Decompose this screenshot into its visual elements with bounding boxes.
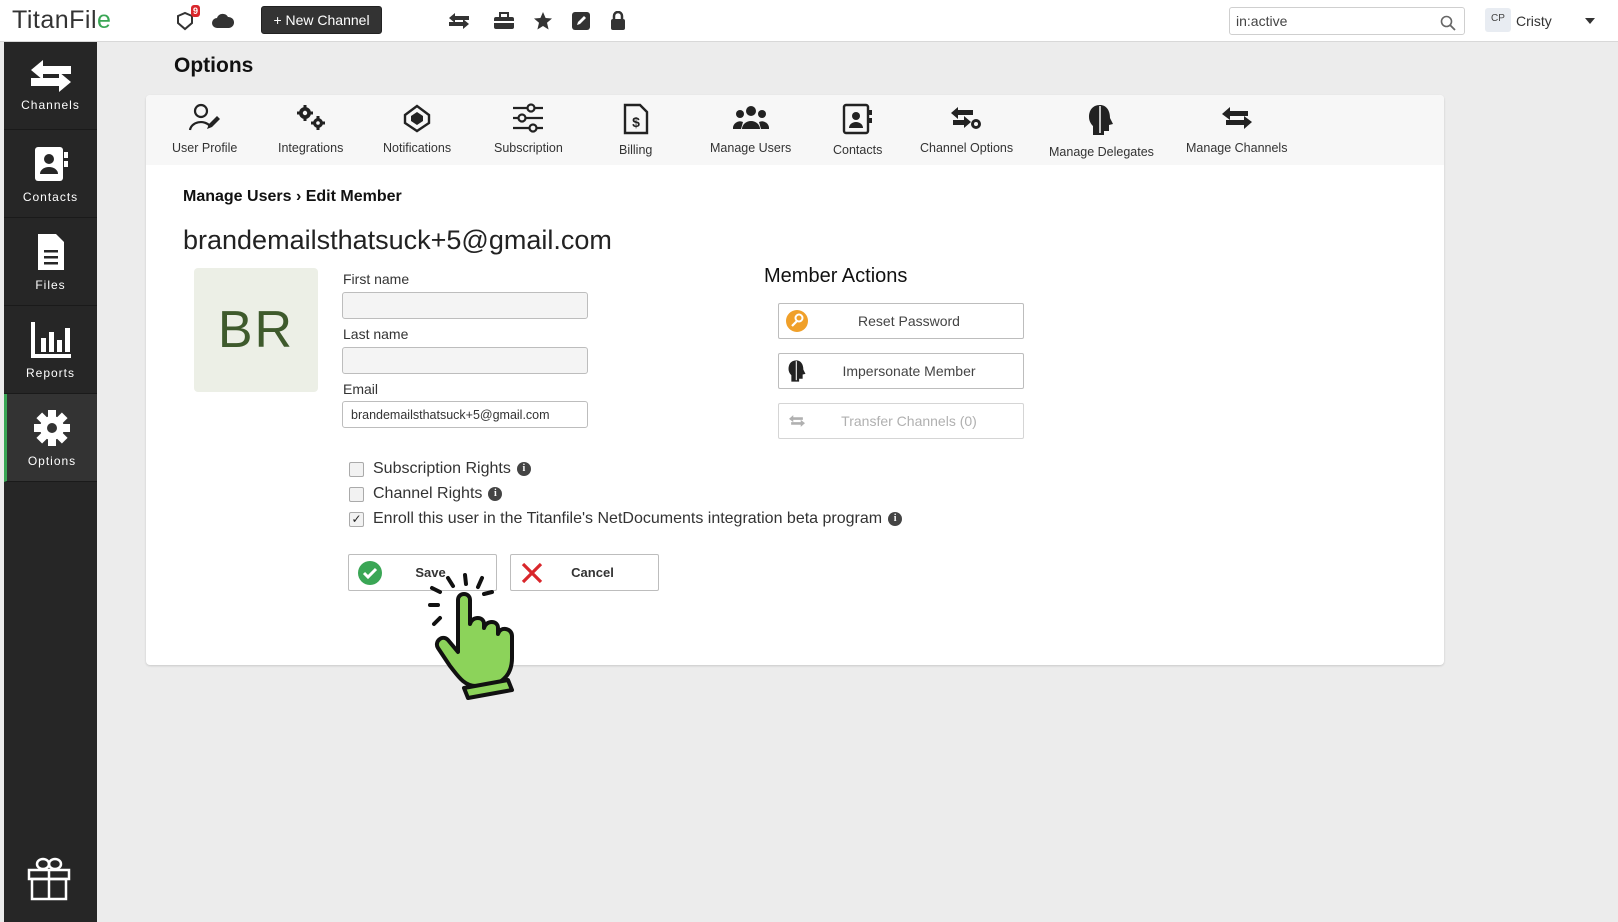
email-field[interactable] (342, 401, 588, 428)
channels-arrows-icon (30, 59, 71, 92)
file-icon (37, 233, 64, 270)
tab-label: Manage Channels (1186, 141, 1288, 155)
tab-manage-delegates[interactable]: Manage Delegates (1049, 103, 1154, 161)
transfer-channels-button[interactable]: Transfer Channels (0) (778, 403, 1024, 439)
titanfile-logo[interactable]: TitanFile (12, 6, 111, 35)
hand-pointer-icon (420, 572, 540, 707)
users-group-icon (732, 106, 769, 129)
bar-chart-icon (30, 321, 71, 358)
lock-icon[interactable] (605, 8, 631, 34)
head-profile-icon (779, 359, 815, 383)
options-card: User Profile Integrations Notifications … (146, 95, 1444, 665)
email-label: Email (343, 381, 379, 397)
chevron-down-icon[interactable] (1585, 18, 1595, 24)
breadcrumb: Manage Users › Edit Member (183, 188, 402, 205)
tab-notifications[interactable]: Notifications (383, 103, 451, 161)
sidebar-item-files[interactable]: Files (4, 218, 97, 306)
sidebar-item-label: Options (27, 453, 77, 468)
member-email-heading: brandemailsthatsuck+5@gmail.com (183, 225, 612, 255)
user-edit-icon (188, 103, 220, 131)
reset-password-button[interactable]: Reset Password (778, 303, 1024, 339)
netdocuments-beta-checkbox[interactable]: ✓ (349, 511, 364, 527)
user-avatar[interactable]: CP (1485, 8, 1511, 32)
tab-integrations[interactable]: Integrations (278, 103, 343, 161)
new-channel-button[interactable]: + New Channel (261, 6, 382, 34)
briefcase-icon[interactable] (491, 8, 517, 34)
sidebar-item-label: Contacts (22, 189, 79, 204)
tab-label: Channel Options (920, 141, 1014, 155)
tab-label: Manage Delegates (1049, 145, 1154, 159)
invoice-icon: $ (623, 103, 648, 135)
member-actions-title: Member Actions (764, 265, 908, 287)
sidebar: Channels Contacts Files Reports Options (4, 42, 97, 922)
svg-text:$: $ (632, 114, 640, 130)
notification-badge: 9 (190, 5, 200, 17)
sidebar-item-label: Channels (21, 97, 80, 112)
subscription-rights-row: Subscription Rights i (349, 460, 531, 478)
contact-card-icon (34, 146, 68, 181)
notification-icon (403, 104, 431, 133)
info-icon[interactable]: i (488, 487, 503, 501)
notifications-bell-icon[interactable]: 9 (172, 5, 200, 34)
edit-icon[interactable] (568, 8, 594, 34)
contact-card-icon (842, 103, 872, 135)
tab-label: Billing (619, 143, 653, 157)
sidebar-item-label: Reports (25, 365, 76, 380)
channel-gear-icon (950, 107, 981, 129)
page-title: Options (174, 54, 254, 77)
impersonate-member-button[interactable]: Impersonate Member (778, 353, 1024, 389)
channel-rights-checkbox[interactable] (349, 486, 364, 502)
gift-icon[interactable] (26, 852, 72, 907)
tab-billing[interactable]: $ Billing (619, 103, 652, 161)
star-icon[interactable] (530, 8, 556, 34)
subscription-rights-checkbox[interactable] (349, 461, 364, 477)
channel-rights-row: Channel Rights i (349, 485, 503, 503)
sidebar-item-reports[interactable]: Reports (4, 306, 97, 394)
tab-user-profile[interactable]: User Profile (172, 103, 237, 161)
sidebar-item-options[interactable]: Options (4, 394, 97, 482)
first-name-label: First name (343, 271, 410, 287)
sidebar-item-contacts[interactable]: Contacts (4, 130, 97, 218)
last-name-field[interactable] (342, 347, 588, 374)
user-name[interactable]: Cristy (1516, 13, 1552, 29)
check-circle-icon (349, 560, 391, 586)
tab-label: Notifications (383, 141, 452, 155)
breadcrumb-edit-member: Edit Member (305, 188, 402, 205)
key-icon (779, 309, 815, 333)
first-name-field[interactable] (342, 292, 588, 319)
tab-label: Integrations (278, 141, 344, 155)
tab-manage-users[interactable]: Manage Users (710, 103, 791, 161)
tab-subscription[interactable]: Subscription (494, 103, 563, 161)
sliders-icon (513, 103, 544, 133)
cloud-icon[interactable] (210, 8, 236, 34)
tab-contacts[interactable]: Contacts (833, 103, 882, 161)
breadcrumb-manage-users[interactable]: Manage Users (183, 188, 292, 205)
options-tabs: User Profile Integrations Notifications … (146, 95, 1444, 165)
channels-arrows-icon[interactable] (446, 8, 472, 34)
info-icon[interactable]: i (516, 462, 531, 476)
head-profile-icon (1089, 105, 1114, 135)
tab-manage-channels[interactable]: Manage Channels (1186, 103, 1287, 161)
tab-label: User Profile (172, 141, 238, 155)
tab-label: Manage Users (710, 141, 792, 155)
sidebar-item-label: Files (35, 277, 66, 292)
gear-icon (34, 409, 70, 446)
search-icon[interactable] (1440, 13, 1456, 39)
last-name-label: Last name (343, 326, 409, 342)
member-avatar: BR (194, 268, 318, 392)
channels-arrows-icon (779, 413, 815, 429)
netdocuments-beta-row: ✓ Enroll this user in the Titanfile's Ne… (349, 510, 903, 528)
search-input[interactable]: in:active (1229, 7, 1465, 35)
sidebar-item-channels[interactable]: Channels (4, 42, 97, 130)
top-bar: TitanFile 9 + New Channel in:active CP C… (0, 0, 1618, 42)
tab-label: Contacts (833, 143, 883, 157)
tab-label: Subscription (494, 141, 563, 155)
info-icon[interactable]: i (888, 512, 903, 526)
channels-arrows-icon (1221, 107, 1252, 129)
tab-channel-options[interactable]: Channel Options (920, 103, 1013, 161)
gears-icon (296, 105, 325, 130)
